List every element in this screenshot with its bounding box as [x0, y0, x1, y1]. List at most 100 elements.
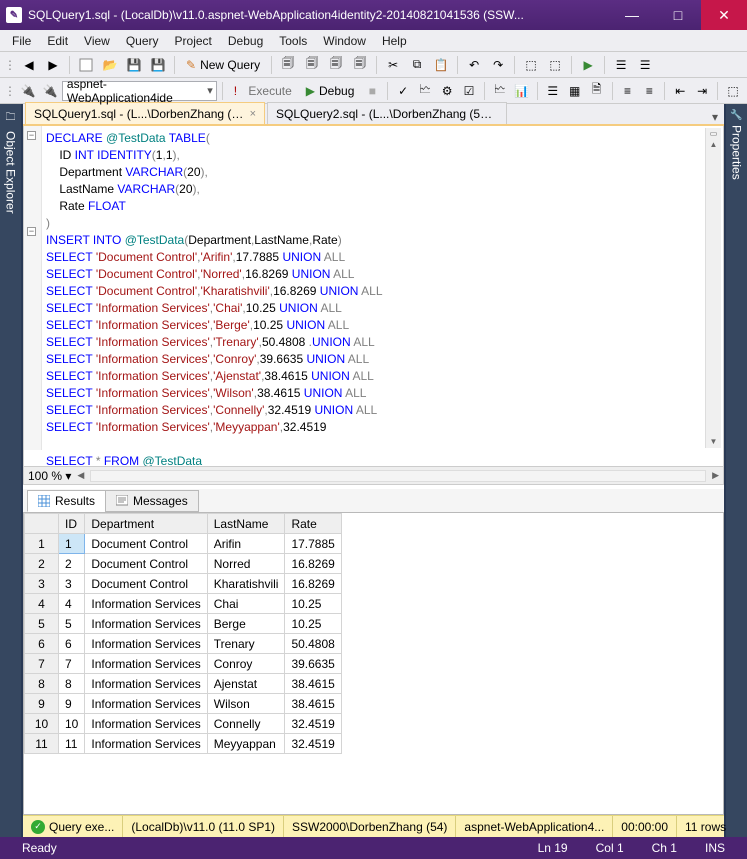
tab-overflow-button[interactable]: ▾ [706, 110, 724, 124]
comment-button[interactable]: ≡ [617, 80, 637, 102]
results-grid-icon[interactable]: ▦ [565, 80, 585, 102]
vertical-scrollbar[interactable]: ▭ ▲ ▼ [705, 128, 721, 448]
cell[interactable]: 38.4615 [285, 694, 341, 714]
cut-button[interactable]: ✂ [382, 54, 404, 76]
sql-editor[interactable]: − − DECLARE @TestData TABLE( ID INT IDEN… [23, 126, 724, 467]
menu-window[interactable]: Window [315, 32, 374, 50]
cell[interactable]: Berge [207, 614, 285, 634]
change-connection-button[interactable]: 🔌 [40, 80, 60, 102]
copy-button[interactable]: ⧉ [406, 54, 428, 76]
new-project-button[interactable] [75, 54, 97, 76]
menu-file[interactable]: File [4, 32, 39, 50]
tab-close-icon[interactable]: × [250, 108, 256, 120]
cell[interactable]: 10 [59, 714, 85, 734]
cell[interactable]: 17.7885 [285, 534, 341, 554]
cell[interactable]: Information Services [85, 674, 207, 694]
cell[interactable]: 6 [25, 634, 59, 654]
column-header[interactable]: Department [85, 514, 207, 534]
cell[interactable]: Ajenstat [207, 674, 285, 694]
horizontal-scrollbar[interactable] [90, 470, 706, 482]
query-options-icon[interactable]: ⚙ [437, 80, 457, 102]
results-file-icon[interactable]: 🗎 [587, 80, 607, 102]
menu-edit[interactable]: Edit [39, 32, 76, 50]
cell[interactable]: 10 [25, 714, 59, 734]
uncomment-button[interactable]: ≡ [639, 80, 659, 102]
cell[interactable]: 5 [25, 614, 59, 634]
debug-button[interactable]: ▶Debug [300, 82, 361, 100]
cell[interactable]: 9 [59, 694, 85, 714]
cell[interactable]: 11 [59, 734, 85, 754]
split-handle-icon[interactable]: ▭ [706, 129, 721, 138]
tab-results[interactable]: Results [27, 490, 106, 512]
btn-a[interactable]: ⬚ [520, 54, 542, 76]
minimize-button[interactable]: — [609, 0, 655, 30]
fold-icon[interactable]: − [27, 227, 36, 236]
table-row[interactable]: 77Information ServicesConroy39.6635 [25, 654, 342, 674]
menu-debug[interactable]: Debug [220, 32, 271, 50]
cell[interactable]: Information Services [85, 654, 207, 674]
paste-button[interactable]: 📋 [430, 54, 452, 76]
cell[interactable]: 32.4519 [285, 734, 341, 754]
cell[interactable]: 39.6635 [285, 654, 341, 674]
zoom-combo[interactable]: 100 % ▾ [28, 469, 71, 483]
increase-indent-button[interactable]: ⇥ [692, 80, 712, 102]
cell[interactable]: 38.4615 [285, 674, 341, 694]
results-text-icon[interactable]: ☰ [543, 80, 563, 102]
table-row[interactable]: 1010Information ServicesConnelly32.4519 [25, 714, 342, 734]
table-row[interactable]: 55Information ServicesBerge10.25 [25, 614, 342, 634]
cell[interactable]: 2 [59, 554, 85, 574]
cell[interactable]: 10.25 [285, 614, 341, 634]
include-plan-icon[interactable]: 🗠 [490, 80, 510, 102]
cell[interactable]: 32.4519 [285, 714, 341, 734]
decrease-indent-button[interactable]: ⇤ [670, 80, 690, 102]
cell[interactable]: 4 [25, 594, 59, 614]
cell[interactable]: Information Services [85, 694, 207, 714]
cell[interactable]: Meyyappan [207, 734, 285, 754]
specify-values-icon[interactable]: ⬚ [723, 80, 743, 102]
cell[interactable]: 3 [59, 574, 85, 594]
cell[interactable]: Document Control [85, 554, 207, 574]
cell[interactable]: Arifin [207, 534, 285, 554]
column-header[interactable] [25, 514, 59, 534]
save-all-button[interactable]: 💾 [147, 54, 169, 76]
table-row[interactable]: 99Information ServicesWilson38.4615 [25, 694, 342, 714]
cell[interactable]: Norred [207, 554, 285, 574]
table-row[interactable]: 33Document ControlKharatishvili16.8269 [25, 574, 342, 594]
cell[interactable]: 16.8269 [285, 574, 341, 594]
dmx-query-icon[interactable]: 🗐 [325, 54, 347, 76]
cell[interactable]: Trenary [207, 634, 285, 654]
fold-icon[interactable]: − [27, 131, 36, 140]
cancel-query-button[interactable]: ■ [362, 80, 382, 102]
table-row[interactable]: 1111Information ServicesMeyyappan32.4519 [25, 734, 342, 754]
parse-button[interactable]: ✓ [393, 80, 413, 102]
menu-help[interactable]: Help [374, 32, 415, 50]
menu-project[interactable]: Project [167, 32, 220, 50]
include-stats-icon[interactable]: 📊 [512, 80, 532, 102]
document-tab[interactable]: SQLQuery1.sql - (L...\DorbenZhang (54))*… [25, 102, 265, 124]
cell[interactable]: 9 [25, 694, 59, 714]
cell[interactable]: 11 [25, 734, 59, 754]
cell[interactable]: Document Control [85, 574, 207, 594]
document-tab[interactable]: SQLQuery2.sql - (L...\DorbenZhang (55))* [267, 102, 507, 124]
cell[interactable]: 3 [25, 574, 59, 594]
table-row[interactable]: 66Information ServicesTrenary50.4808 [25, 634, 342, 654]
tab-messages[interactable]: Messages [105, 490, 199, 512]
cell[interactable]: 1 [59, 534, 85, 554]
btn-d[interactable]: ☰ [634, 54, 656, 76]
xmla-query-icon[interactable]: 🗐 [349, 54, 371, 76]
btn-c[interactable]: ☰ [610, 54, 632, 76]
column-header[interactable]: LastName [207, 514, 285, 534]
mdx-query-icon[interactable]: 🗐 [301, 54, 323, 76]
cell[interactable]: Wilson [207, 694, 285, 714]
cell[interactable]: 8 [25, 674, 59, 694]
execute-button[interactable]: ! Execute [228, 82, 298, 100]
results-grid[interactable]: IDDepartmentLastNameRate11Document Contr… [23, 513, 724, 815]
cell[interactable]: Kharatishvili [207, 574, 285, 594]
cell[interactable]: 2 [25, 554, 59, 574]
redo-button[interactable]: ↷ [487, 54, 509, 76]
cell[interactable]: 6 [59, 634, 85, 654]
scroll-left-icon[interactable]: ◀ [77, 470, 84, 481]
cell[interactable]: Chai [207, 594, 285, 614]
cell[interactable]: Connelly [207, 714, 285, 734]
properties-tab[interactable]: 🔧Properties [726, 104, 747, 837]
